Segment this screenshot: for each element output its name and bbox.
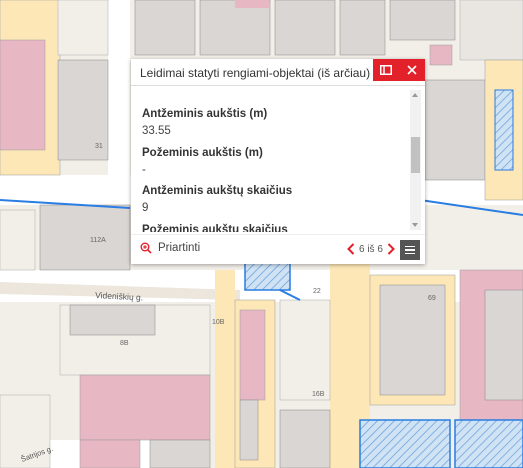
map-house-number: 16B bbox=[312, 391, 325, 398]
attribute-field: Antžeminis aukštų skaičius 9 bbox=[142, 185, 292, 214]
previous-feature-icon[interactable] bbox=[347, 243, 355, 255]
popup-footer: Priartinti 6 iš 6 bbox=[131, 234, 425, 265]
close-button[interactable] bbox=[399, 59, 425, 81]
attribute-field: Požeminis aukštų skaičius bbox=[142, 224, 288, 232]
scroll-up-arrow-icon[interactable] bbox=[412, 93, 418, 97]
map-house-number: 31 bbox=[95, 143, 103, 150]
attribute-value: - bbox=[142, 164, 146, 176]
close-icon bbox=[407, 65, 417, 75]
attribute-label: Antžeminis aukštis (m) bbox=[142, 108, 268, 120]
menu-icon bbox=[405, 245, 415, 248]
attribute-value: 9 bbox=[142, 202, 149, 214]
attribute-label: Požeminis aukštis (m) bbox=[142, 147, 263, 159]
dock-icon bbox=[380, 65, 392, 75]
map-house-number: 69 bbox=[428, 295, 436, 302]
attribute-value: 33.55 bbox=[142, 125, 171, 137]
dock-button[interactable] bbox=[373, 59, 399, 81]
map-house-number: 8B bbox=[120, 340, 129, 347]
actions-menu-button[interactable] bbox=[400, 240, 420, 260]
scroll-thumb[interactable] bbox=[411, 137, 420, 173]
popup-body[interactable]: Antžeminis aukštis (m) 33.55 Požeminis a… bbox=[131, 86, 409, 232]
feature-pager: 6 iš 6 bbox=[347, 243, 395, 255]
zoom-to-label: Priartinti bbox=[158, 242, 201, 254]
zoom-in-icon bbox=[140, 242, 152, 254]
feature-popup: Leidimai statyti rengiami-objektai (iš a… bbox=[131, 59, 425, 264]
map-house-number: 22 bbox=[313, 288, 321, 295]
map-house-number: 10B bbox=[212, 319, 225, 326]
pager-counter: 6 iš 6 bbox=[359, 243, 383, 255]
zoom-to-button[interactable]: Priartinti bbox=[140, 242, 200, 254]
popup-scrollbar[interactable] bbox=[410, 90, 421, 230]
attribute-field: Antžeminis aukštis (m) 33.55 bbox=[142, 108, 267, 137]
popup-header: Leidimai statyti rengiami-objektai (iš a… bbox=[131, 59, 425, 86]
scroll-down-arrow-icon[interactable] bbox=[412, 223, 418, 227]
popup-title: Leidimai statyti rengiami-objektai (iš a… bbox=[140, 66, 371, 80]
attribute-field: Požeminis aukštis (m) - bbox=[142, 147, 263, 176]
popup-header-buttons bbox=[373, 59, 425, 81]
next-feature-icon[interactable] bbox=[387, 243, 395, 255]
attribute-label: Požeminis aukštų skaičius bbox=[142, 224, 288, 232]
map-house-number: 112A bbox=[90, 237, 106, 244]
attribute-label: Antžeminis aukštų skaičius bbox=[142, 185, 293, 197]
